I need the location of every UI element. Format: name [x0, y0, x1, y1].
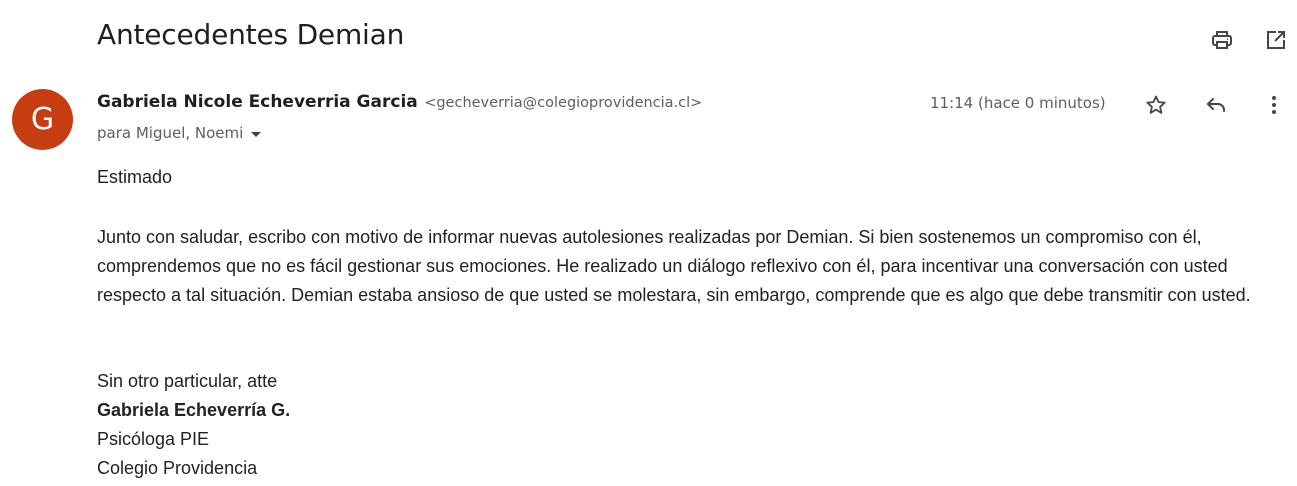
recipients-label: para Miguel, Noemi [97, 124, 244, 142]
email-body-paragraph: Junto con saludar, escribo con motivo de… [97, 227, 1251, 305]
avatar-letter: G [30, 102, 55, 137]
signature-organization: Colegio Providencia [97, 458, 258, 478]
avatar[interactable]: G [12, 89, 73, 150]
timestamp: 11:14 (hace 0 minutos) [930, 94, 1106, 112]
email-subject: Antecedentes Demian [97, 18, 405, 51]
chevron-down-icon[interactable] [251, 131, 262, 137]
signature-name: Gabriela Echeverría G. [97, 400, 291, 420]
more-vert-icon[interactable] [1259, 90, 1289, 120]
signature-role: Psicóloga PIE [97, 429, 210, 449]
recipients-toggle[interactable]: para Miguel, Noemi [97, 124, 262, 142]
star-icon[interactable] [1141, 90, 1171, 120]
sender-line: Gabriela Nicole Echeverria Garcia <geche… [97, 92, 702, 112]
sender-name[interactable]: Gabriela Nicole Echeverria Garcia [97, 92, 418, 112]
email-greeting: Estimado [97, 167, 173, 187]
print-icon[interactable] [1208, 26, 1236, 54]
sender-email: <gecheverria@colegioprovidencia.cl> [424, 95, 703, 111]
open-in-new-window-icon[interactable] [1262, 26, 1290, 54]
reply-icon[interactable] [1201, 90, 1231, 120]
email-signoff: Sin otro particular, atte [97, 371, 278, 391]
